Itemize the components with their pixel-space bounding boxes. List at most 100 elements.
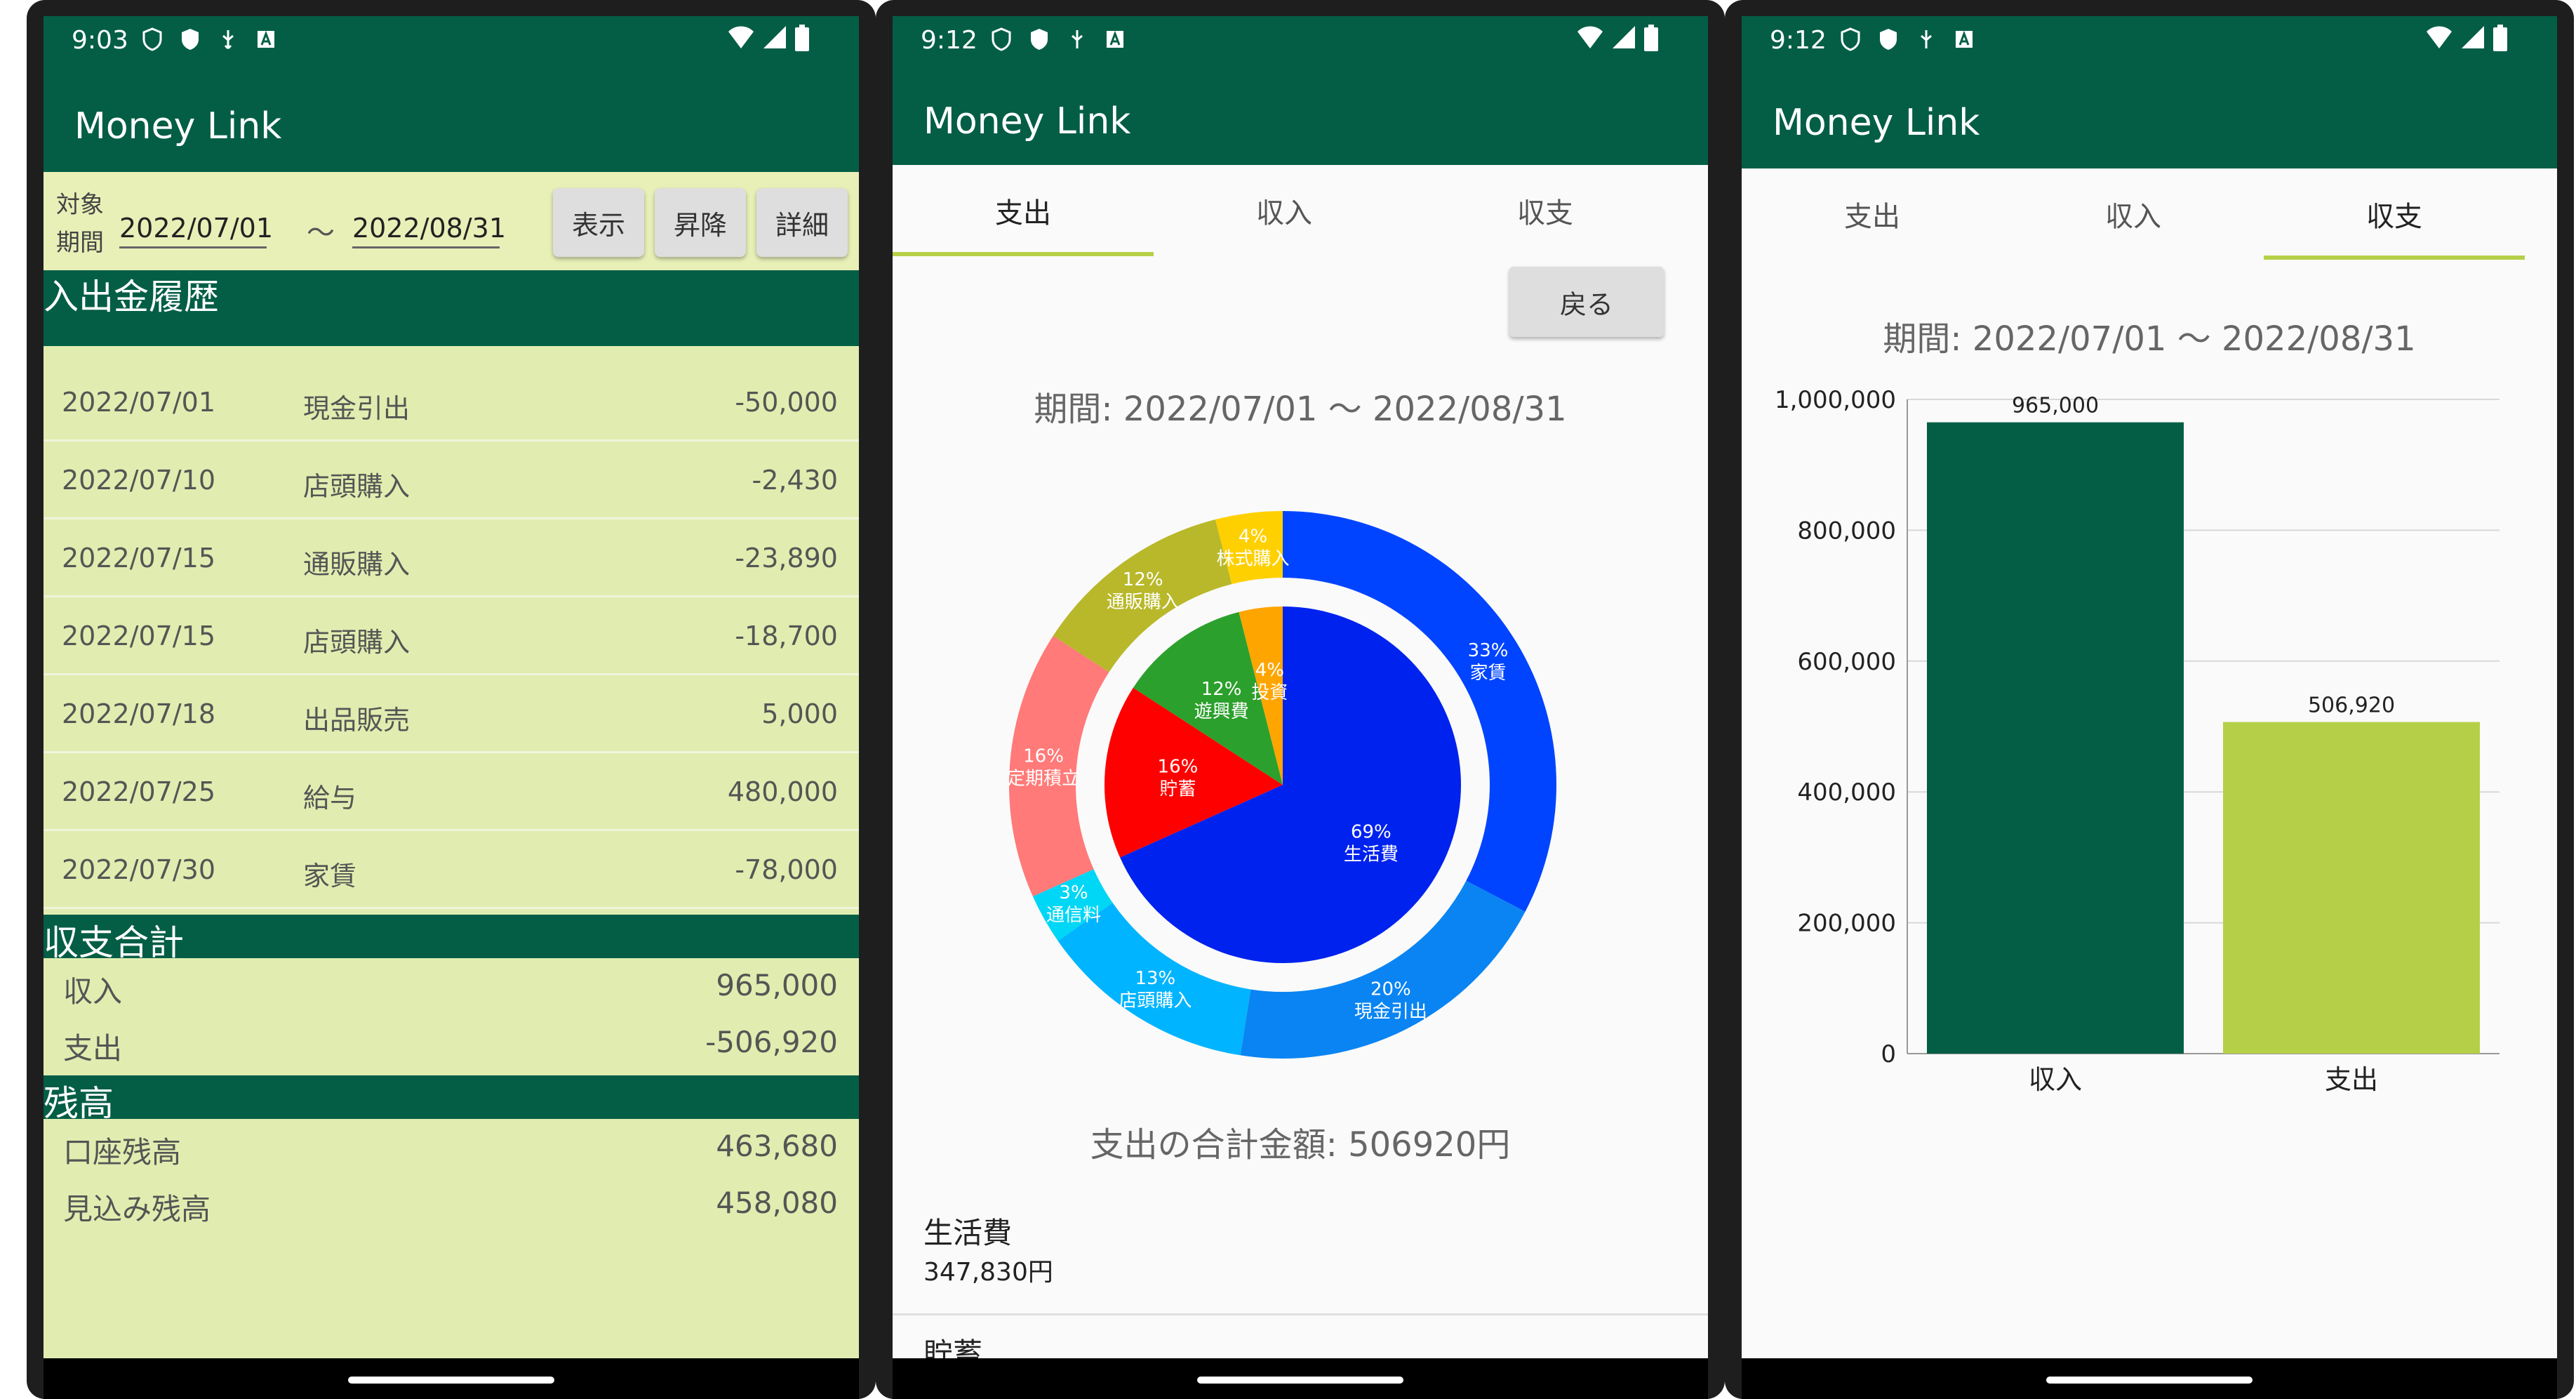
y-tick-label: 0: [1881, 1040, 1896, 1068]
pie-pct-label-outer-4: 16%: [1023, 745, 1064, 767]
start-date-field[interactable]: 2022/07/01: [119, 213, 273, 248]
pie-pct-label-inner-3: 4%: [1255, 660, 1284, 681]
pie-name-label-inner-3: 投資: [1251, 682, 1288, 703]
balance-bar-chart: 0 200,000 400,000 600,000 800,000 1,000,000 96…: [1775, 386, 2500, 1095]
history-title: 入出金履歴: [44, 277, 219, 317]
status-system-icons: [727, 25, 810, 58]
pie-pct-label-outer-0: 33%: [1468, 640, 1509, 661]
pie-name-label-outer-0: 家賃: [1470, 663, 1507, 684]
battery-icon: [794, 25, 810, 58]
history-row[interactable]: 2022/07/15 店頭購入 -18,700: [44, 596, 859, 675]
history-row[interactable]: 2022/07/15 通販購入 -23,890: [44, 518, 859, 597]
phone-frame-3: 9:12 Money Link 支出 収入 収支 期間: 2022/07/01 …: [1725, 0, 2574, 1399]
income-row: 収入 965,000: [44, 958, 859, 1014]
pie-pct-label-outer-1: 20%: [1370, 979, 1411, 1000]
projected-balance-value: 458,080: [716, 1186, 838, 1220]
phone-frame-1: 9:03 Money Link 対象 期間 2022/07/01 〜 2022/…: [27, 0, 876, 1399]
status-notification-icons: [142, 27, 276, 51]
history-row[interactable]: 2022/07/30 家賃 -78,000: [44, 830, 859, 909]
expense-row: 支出 -506,920: [44, 1015, 859, 1071]
pie-name-label-outer-4: 定期積立: [1007, 768, 1080, 789]
home-indicator[interactable]: [348, 1377, 554, 1384]
history-kind: 通販購入: [303, 549, 411, 580]
history-kind: 店頭購入: [303, 627, 411, 658]
status-time: 9:03: [72, 26, 128, 55]
history-amount: -78,000: [735, 854, 838, 885]
expense-value: -506,920: [705, 1025, 838, 1059]
pie-name-label-outer-2: 店頭購入: [1119, 990, 1192, 1012]
status-bar: 9:03: [44, 16, 859, 74]
range-separator: 〜: [307, 217, 335, 249]
history-date: 2022/07/15: [62, 621, 216, 651]
account-balance-label: 口座残高: [63, 1135, 182, 1169]
home-indicator[interactable]: [1197, 1377, 1403, 1384]
usb-icon: [218, 27, 239, 51]
app-bar: Money Link: [44, 74, 859, 172]
income-label: 収入: [63, 974, 123, 1009]
pie-pct-label-outer-6: 4%: [1239, 526, 1267, 548]
wifi-icon: [727, 25, 755, 58]
history-section-header: 入出金履歴: [44, 270, 859, 346]
shield-icon: [142, 27, 163, 51]
history-kind: 店頭購入: [303, 471, 411, 502]
expense-pie-chart: 33%家賃20%現金引出13%店頭購入3%通信料16%定期積立12%通販購入4%…: [1007, 511, 1556, 1059]
pie-pct-label-outer-2: 13%: [1135, 968, 1175, 989]
list-divider: [893, 1313, 1708, 1315]
history-row[interactable]: 2022/07/10 店頭購入 -2,430: [44, 440, 859, 519]
expense-label: 支出: [63, 1031, 123, 1066]
y-tick-label: 800,000: [1797, 517, 1896, 545]
sort-button[interactable]: 昇降: [655, 188, 746, 257]
history-kind: 家賃: [303, 861, 357, 891]
history-date: 2022/07/10: [62, 465, 216, 496]
phone-screen-expense-pie: 9:12 Money Link 支出 収入 収支 戻る 期間: 2022/07/…: [893, 16, 1708, 1399]
period-filter: 対象 期間 2022/07/01 〜 2022/08/31 表示 昇降 詳細: [44, 172, 859, 270]
phone-frame-2: 9:12 Money Link 支出 収入 収支 戻る 期間: 2022/07/…: [876, 0, 1725, 1399]
history-amount: 5,000: [761, 698, 838, 729]
pie-name-label-outer-1: 現金引出: [1354, 1001, 1427, 1022]
app-title: Money Link: [74, 105, 282, 147]
account-balance-value: 463,680: [716, 1129, 838, 1163]
income-value: 965,000: [716, 968, 838, 1002]
pie-pct-label-inner-2: 12%: [1201, 679, 1242, 700]
projected-balance-label: 見込み残高: [63, 1192, 211, 1226]
history-amount: 480,000: [727, 776, 838, 807]
pie-pct-label-inner-1: 16%: [1158, 756, 1199, 777]
history-amount: -2,430: [752, 465, 839, 496]
history-amount: -50,000: [735, 387, 838, 418]
pie-pct-label-inner-0: 69%: [1351, 822, 1392, 843]
pie-pct-label-outer-3: 3%: [1059, 882, 1088, 903]
y-tick-label: 400,000: [1797, 778, 1896, 807]
y-tick-label: 1,000,000: [1775, 386, 1896, 414]
history-row[interactable]: 2022/07/25 給与 480,000: [44, 752, 859, 831]
detail-button[interactable]: 詳細: [756, 188, 848, 257]
y-tick-label: 600,000: [1797, 648, 1896, 676]
pie-name-label-outer-6: 株式購入: [1217, 549, 1290, 570]
period-label: 対象 期間: [56, 191, 104, 257]
category-amount: 347,830円: [923, 1258, 1053, 1287]
x-tick-label-1: 支出: [2325, 1064, 2378, 1095]
history-date: 2022/07/18: [62, 698, 216, 729]
gesture-nav-bar: [893, 1358, 1708, 1399]
home-indicator[interactable]: [2046, 1377, 2253, 1384]
y-tick-label: 200,000: [1797, 910, 1896, 938]
history-date: 2022/07/01: [62, 387, 216, 418]
bar-value-label-0: 965,000: [2012, 394, 2099, 418]
x-tick-label-0: 収入: [2029, 1064, 2082, 1095]
category-name: 生活費: [923, 1216, 1013, 1250]
show-button[interactable]: 表示: [553, 188, 644, 257]
gesture-nav-bar: [1742, 1358, 2557, 1399]
account-balance-row: 口座残高 463,680: [44, 1119, 859, 1175]
phone-screen-balance-bar: 9:12 Money Link 支出 収入 収支 期間: 2022/07/01 …: [1742, 16, 2557, 1399]
stage: 9:03 Money Link 対象 期間 2022/07/01 〜 2022/…: [0, 0, 2576, 1399]
pie-name-label-outer-3: 通信料: [1046, 905, 1101, 926]
history-amount: -18,700: [735, 621, 838, 651]
history-date: 2022/07/15: [62, 543, 216, 573]
end-date-field[interactable]: 2022/08/31: [352, 213, 506, 248]
history-row[interactable]: 2022/07/01 現金引出 -50,000: [44, 362, 859, 442]
pie-name-label-inner-1: 貯蓄: [1159, 778, 1196, 800]
history-date: 2022/07/30: [62, 854, 216, 885]
expense-total: 支出の合計金額: 506920円: [1090, 1125, 1511, 1165]
bar-0: [1927, 422, 2184, 1054]
history-row[interactable]: 2022/07/18 出品販売 5,000: [44, 674, 859, 753]
font-a-icon: [255, 27, 276, 51]
